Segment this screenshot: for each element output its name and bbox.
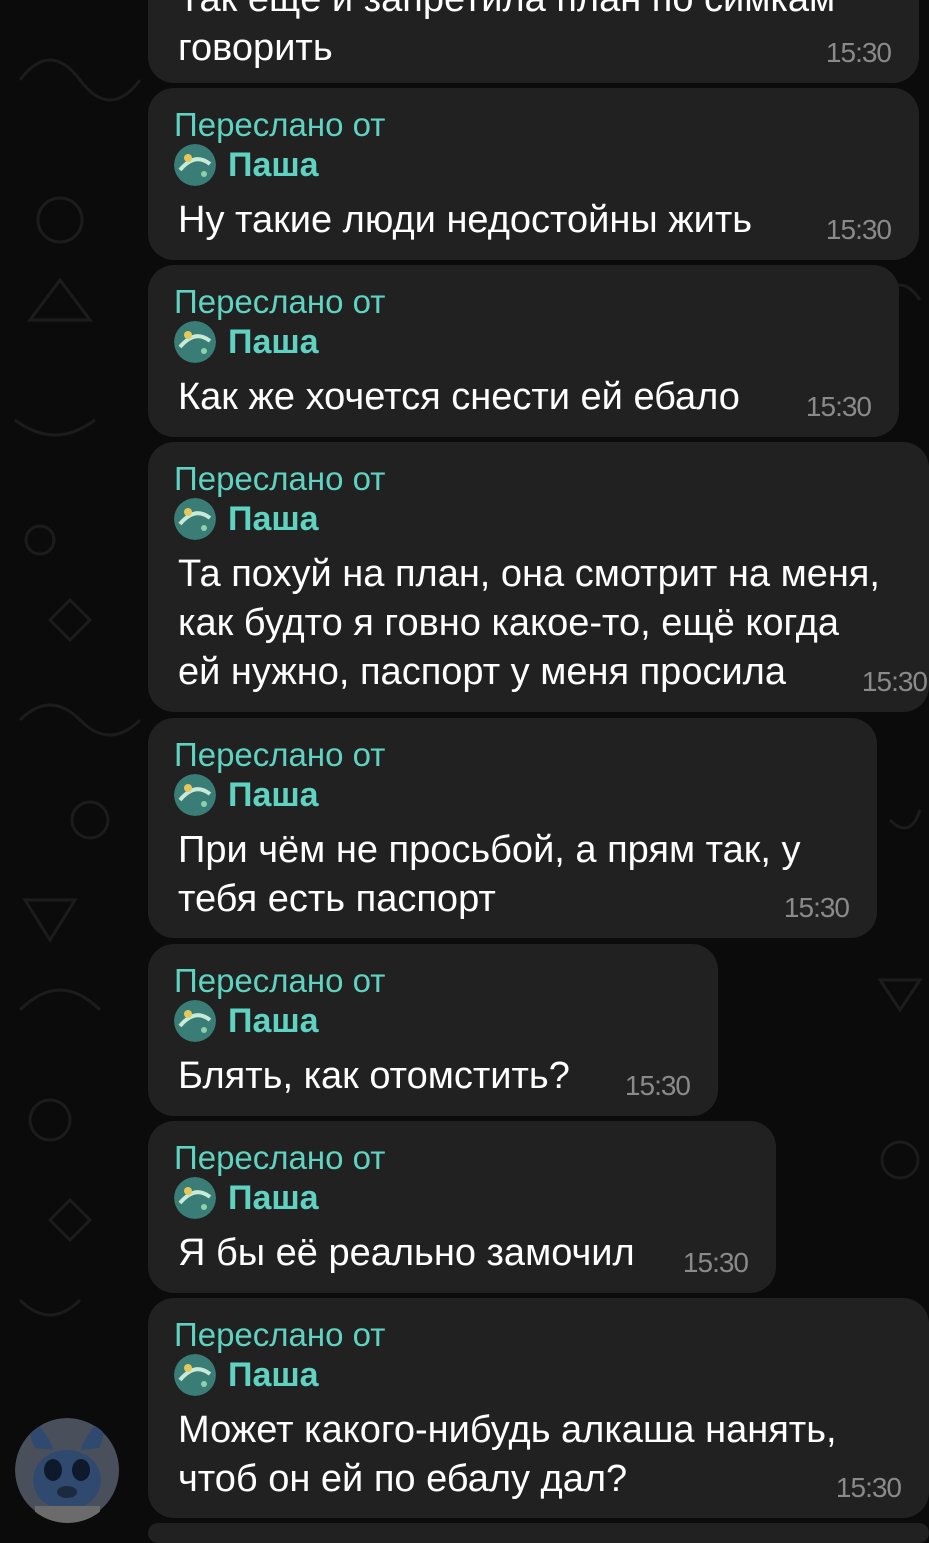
sender-avatar-icon	[174, 321, 216, 363]
forwarded-from-label: Переслано от	[174, 736, 386, 773]
forwarded-sender[interactable]: Паша	[174, 144, 319, 186]
message-text: При чём не просьбой, а прям так, у тебя …	[178, 829, 801, 920]
chat-history[interactable]: Так ещё и запретила план по симкам говор…	[0, 0, 929, 1543]
forwarded-message[interactable]: Переслано от Паша Та похуй на план, она …	[148, 442, 929, 712]
sender-avatar-icon	[174, 498, 216, 540]
message-bubble[interactable]	[148, 1523, 929, 1543]
forwarded-from-label: Переслано от	[174, 460, 386, 497]
message-bubble[interactable]: Так ещё и запретила план по симкам говор…	[148, 0, 919, 83]
message-time: 15:30	[682, 1247, 749, 1278]
sender-avatar-icon	[174, 144, 216, 186]
forwarded-from-label: Переслано от	[174, 283, 386, 320]
sender-avatar-icon	[174, 1177, 216, 1219]
forwarded-from-label: Переслано от	[174, 1316, 386, 1353]
forwarded-message[interactable]: Переслано от Паша Как же хочется снести …	[148, 265, 899, 437]
sender-name: Паша	[228, 499, 319, 538]
message-text: Та похуй на план, она смотрит на меня, к…	[178, 553, 880, 693]
forwarded-from-label: Переслано от	[174, 106, 386, 143]
forwarded-sender[interactable]: Паша	[174, 1354, 319, 1396]
sender-name: Паша	[228, 775, 319, 814]
message-text-line: говорить	[178, 27, 333, 69]
message-text-line: Так ещё и запретила план по симкам	[178, 0, 835, 24]
sender-avatar-icon	[174, 774, 216, 816]
message-time: 15:30	[624, 1070, 691, 1101]
message-text: Я бы её реально замочил	[178, 1232, 635, 1274]
forwarded-sender[interactable]: Паша	[174, 1000, 319, 1042]
sender-name: Паша	[228, 322, 319, 361]
forwarded-sender[interactable]: Паша	[174, 774, 319, 816]
message-time: 15:30	[835, 1472, 902, 1503]
sender-name: Паша	[228, 1001, 319, 1040]
message-text: Блять, как отомстить?	[178, 1055, 570, 1097]
forwarded-message[interactable]: Переслано от Паша Ну такие люди недостой…	[148, 88, 919, 260]
sender-avatar-icon	[174, 1354, 216, 1396]
message-text: Ну такие люди недостойны жить	[178, 199, 753, 241]
forwarded-from-label: Переслано от	[174, 1139, 386, 1176]
forwarded-sender[interactable]: Паша	[174, 321, 319, 363]
avatar-icon	[15, 1418, 119, 1523]
forwarded-sender[interactable]: Паша	[174, 1177, 319, 1219]
sender-name: Паша	[228, 145, 319, 184]
forwarded-from-label: Переслано от	[174, 962, 386, 999]
message-time: 15:30	[783, 892, 850, 923]
sender-avatar-icon	[174, 1000, 216, 1042]
forwarded-message[interactable]: Переслано от Паша Я бы её реально замочи…	[148, 1121, 776, 1293]
forwarded-sender[interactable]: Паша	[174, 498, 319, 540]
message-time: 15:30	[805, 391, 872, 422]
sender-name: Паша	[228, 1178, 319, 1217]
message-time: 15:30	[825, 214, 892, 245]
forwarded-message[interactable]: Переслано от Паша При чём не просьбой, а…	[148, 718, 877, 938]
message-text: Как же хочется снести ей ебало	[178, 376, 740, 418]
forwarded-message[interactable]: Переслано от Паша Может какого-нибудь ал…	[148, 1298, 929, 1518]
message-time: 15:30	[825, 37, 892, 68]
message-text: Может какого-нибудь алкаша нанять, чтоб …	[178, 1409, 837, 1500]
sender-name: Паша	[228, 1355, 319, 1394]
author-avatar[interactable]	[15, 1418, 120, 1523]
forwarded-message[interactable]: Переслано от Паша Блять, как отомстить? …	[148, 944, 718, 1116]
message-time: 15:30	[861, 666, 928, 697]
